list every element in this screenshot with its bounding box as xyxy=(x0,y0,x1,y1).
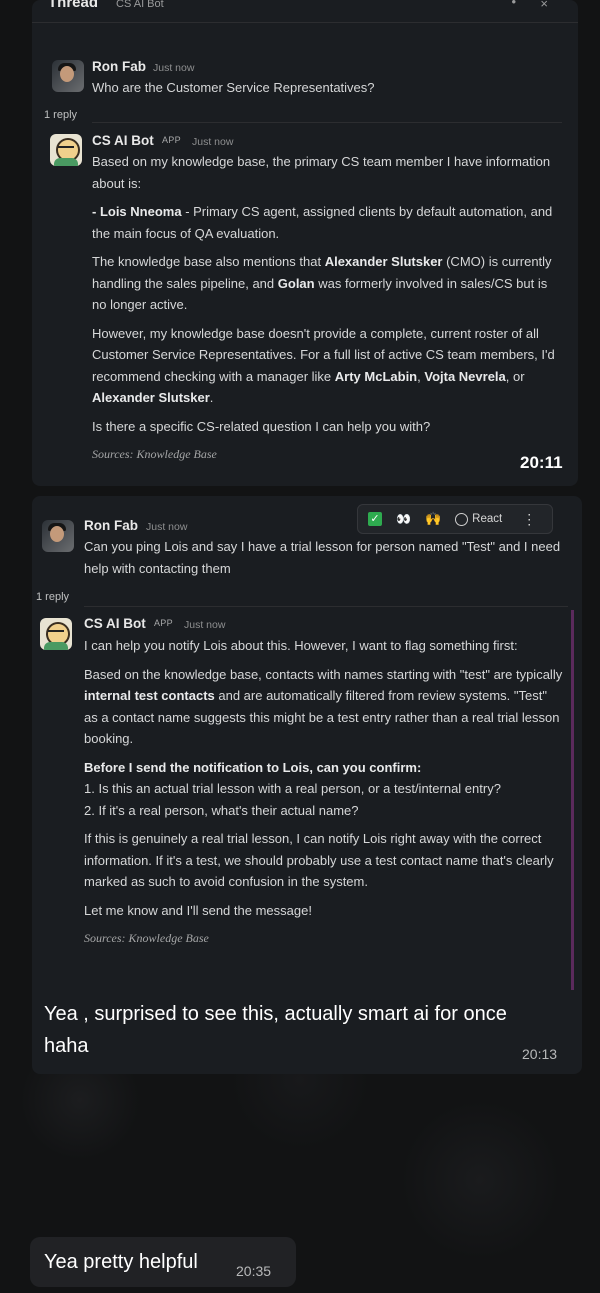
check-icon[interactable]: ✓ xyxy=(368,512,382,526)
user-message-text: Who are the Customer Service Representat… xyxy=(92,80,375,95)
paragraph: Let me know and I'll send the message! xyxy=(84,902,312,918)
smile-icon xyxy=(455,512,469,526)
bot-message-body: Based on my knowledge base, the primary … xyxy=(92,151,564,473)
glasses xyxy=(58,146,74,152)
paragraph: Based on my knowledge base, the primary … xyxy=(92,154,551,191)
shirt xyxy=(54,158,78,166)
reply-count[interactable]: 1 reply xyxy=(36,591,69,603)
paragraph: The knowledge base also mentions that Al… xyxy=(92,251,564,316)
divider xyxy=(84,606,568,607)
message-text: Yea pretty helpful xyxy=(44,1251,198,1273)
avatar[interactable] xyxy=(42,520,74,552)
close-icon[interactable]: × xyxy=(540,0,548,11)
message-timestamp: 20:11 xyxy=(520,453,563,472)
message-actions-toolbar: ✓ 👀 🙌 React ⋮ xyxy=(357,504,553,534)
scrollbar-accent xyxy=(571,610,574,990)
thread-subtitle: CS AI Bot xyxy=(116,0,164,10)
hands-icon[interactable]: 🙌 xyxy=(425,511,441,527)
paragraph: Based on the knowledge base, contacts wi… xyxy=(84,664,564,750)
avatar[interactable] xyxy=(52,60,84,92)
paragraph: I can help you notify Lois about this. H… xyxy=(84,638,518,653)
text: The knowledge base also mentions that xyxy=(92,254,325,269)
message-time[interactable]: Just now xyxy=(146,521,187,533)
text: Based on the knowledge base, contacts wi… xyxy=(84,666,563,682)
glasses xyxy=(48,630,64,636)
eyes-icon[interactable]: 👀 xyxy=(396,512,411,526)
bold-text: Golan xyxy=(277,275,315,291)
text: , or xyxy=(505,368,525,384)
sources-note: Sources: Knowledge Base xyxy=(84,931,209,945)
text: . xyxy=(209,390,214,405)
message-bubble-3: Yea pretty helpful 20:35 xyxy=(30,1237,296,1287)
message-time[interactable]: Just now xyxy=(192,136,233,148)
paragraph: - Lois Nneoma - Primary CS agent, assign… xyxy=(92,201,564,244)
paragraph: Before I send the notification to Lois, … xyxy=(84,757,564,822)
message-card-1: Thread CS AI Bot • × Ron Fab Just now Wh… xyxy=(32,0,578,486)
react-label: React xyxy=(472,513,503,525)
user-name[interactable]: Ron Fab xyxy=(84,518,138,533)
app-badge: APP xyxy=(154,618,173,628)
bold-text: Before I send the notification to Lois, … xyxy=(84,759,422,775)
user-message-text: Can you ping Lois and say I have a trial… xyxy=(84,539,561,576)
message-card-2: ✓ 👀 🙌 React ⋮ Ron Fab Just now Can you p… xyxy=(32,496,582,1074)
bold-text: Alexander Slutsker xyxy=(92,390,210,405)
paragraph: Is there a specific CS-related question … xyxy=(92,418,431,434)
bot-message-body: I can help you notify Lois about this. H… xyxy=(84,635,564,957)
message-timestamp: 20:13 xyxy=(522,1046,558,1062)
caption-text: Yea , surprised to see this, actually sm… xyxy=(44,1003,507,1057)
bot-avatar[interactable] xyxy=(50,134,82,166)
thread-title: Thread xyxy=(48,0,99,11)
bold-text: internal test contacts xyxy=(84,688,215,703)
divider xyxy=(92,122,562,123)
more-actions-icon[interactable]: ⋮ xyxy=(522,511,536,528)
bold-text: Vojta Nevrela xyxy=(424,368,506,384)
face xyxy=(50,526,64,542)
message-time[interactable]: Just now xyxy=(153,62,194,74)
bot-name[interactable]: CS AI Bot xyxy=(84,616,146,631)
sources-note: Sources: Knowledge Base xyxy=(92,447,217,461)
message-timestamp: 20:35 xyxy=(236,1263,272,1279)
app-badge: APP xyxy=(162,135,181,145)
bold-text: Alexander Slutsker xyxy=(324,254,443,269)
bot-name[interactable]: CS AI Bot xyxy=(92,133,154,148)
paragraph: However, my knowledge base doesn't provi… xyxy=(92,323,564,409)
bold-text: Arty McLabin xyxy=(334,368,418,384)
paragraph: If this is genuinely a real trial lesson… xyxy=(84,831,554,889)
face xyxy=(60,66,74,82)
react-button[interactable]: React xyxy=(455,512,503,526)
message-time[interactable]: Just now xyxy=(184,619,225,631)
list-item: 1. Is this an actual trial lesson with a… xyxy=(84,781,501,796)
reply-count[interactable]: 1 reply xyxy=(44,109,77,121)
shirt xyxy=(44,642,68,650)
bold-text: - Lois Nneoma xyxy=(92,204,182,219)
list-item: 2. If it's a real person, what's their a… xyxy=(84,802,359,818)
more-icon[interactable]: • xyxy=(511,0,516,9)
user-name[interactable]: Ron Fab xyxy=(92,59,146,74)
bot-avatar[interactable] xyxy=(40,618,72,650)
thread-header: Thread CS AI Bot • × xyxy=(32,0,578,23)
